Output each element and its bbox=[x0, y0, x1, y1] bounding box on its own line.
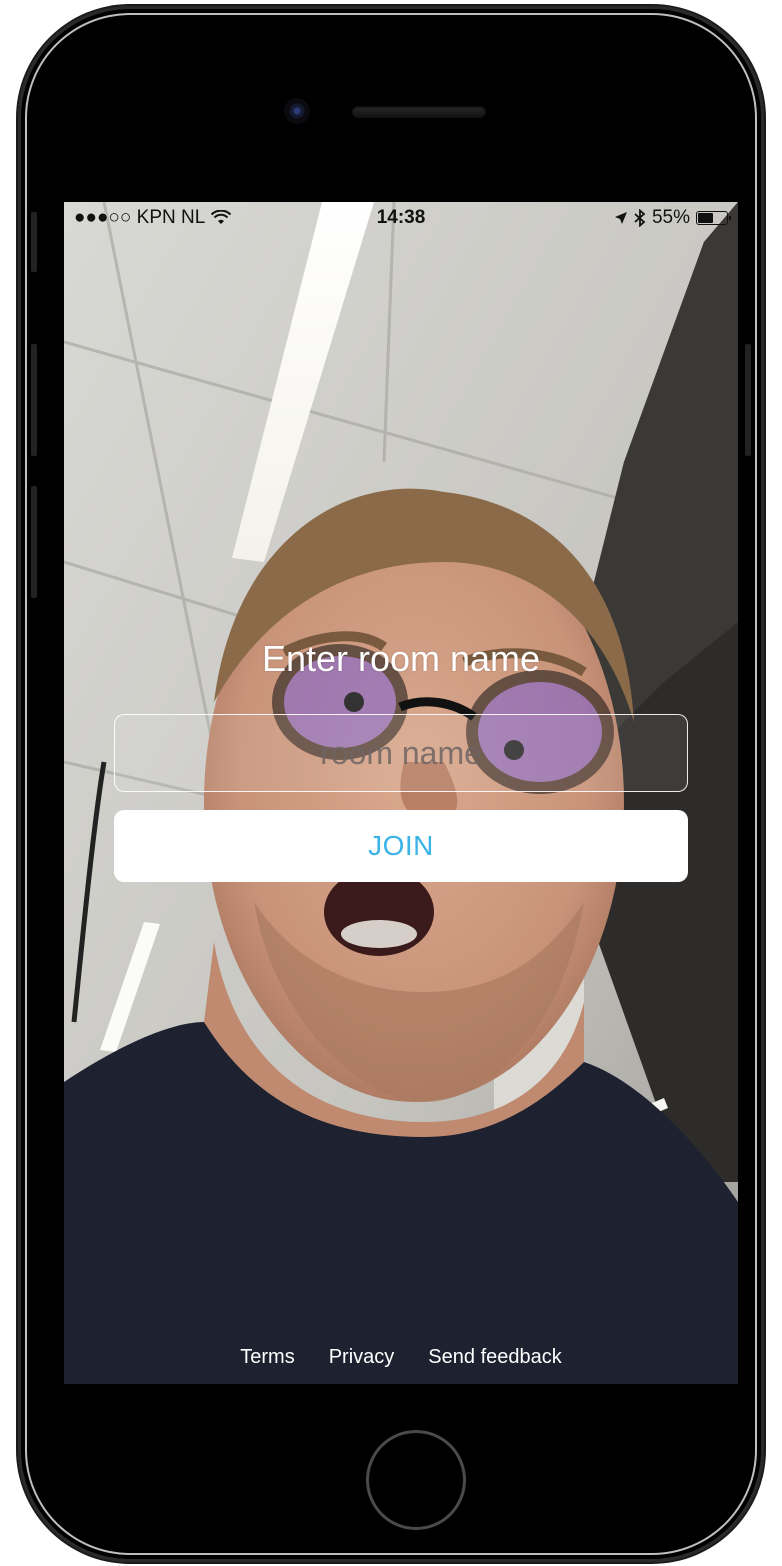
footer-links: Terms Privacy Send feedback bbox=[64, 1346, 738, 1369]
location-arrow-icon bbox=[614, 212, 627, 224]
home-button[interactable] bbox=[366, 1430, 466, 1530]
send-feedback-link[interactable]: Send feedback bbox=[428, 1346, 561, 1369]
power-button bbox=[745, 344, 751, 456]
camera-preview-background bbox=[64, 202, 738, 1384]
battery-percent: 55% bbox=[651, 207, 690, 228]
status-bar: ●●●○○ KPN NL 14:38 55% bbox=[64, 202, 738, 234]
front-camera bbox=[284, 98, 310, 124]
app-screen: ●●●○○ KPN NL 14:38 55% Enter room name J… bbox=[64, 202, 738, 1384]
terms-link[interactable]: Terms bbox=[240, 1346, 294, 1369]
earpiece-speaker bbox=[352, 106, 486, 118]
join-button[interactable]: JOIN bbox=[114, 810, 688, 882]
privacy-link[interactable]: Privacy bbox=[329, 1346, 395, 1369]
volume-up-button bbox=[31, 344, 37, 456]
page-title: Enter room name bbox=[261, 638, 541, 679]
bluetooth-icon bbox=[634, 209, 646, 227]
room-name-input[interactable] bbox=[114, 714, 688, 792]
mute-switch bbox=[31, 212, 37, 272]
status-bar-right: 55% bbox=[614, 207, 731, 229]
battery-icon bbox=[696, 211, 731, 225]
volume-down-button bbox=[31, 486, 37, 598]
